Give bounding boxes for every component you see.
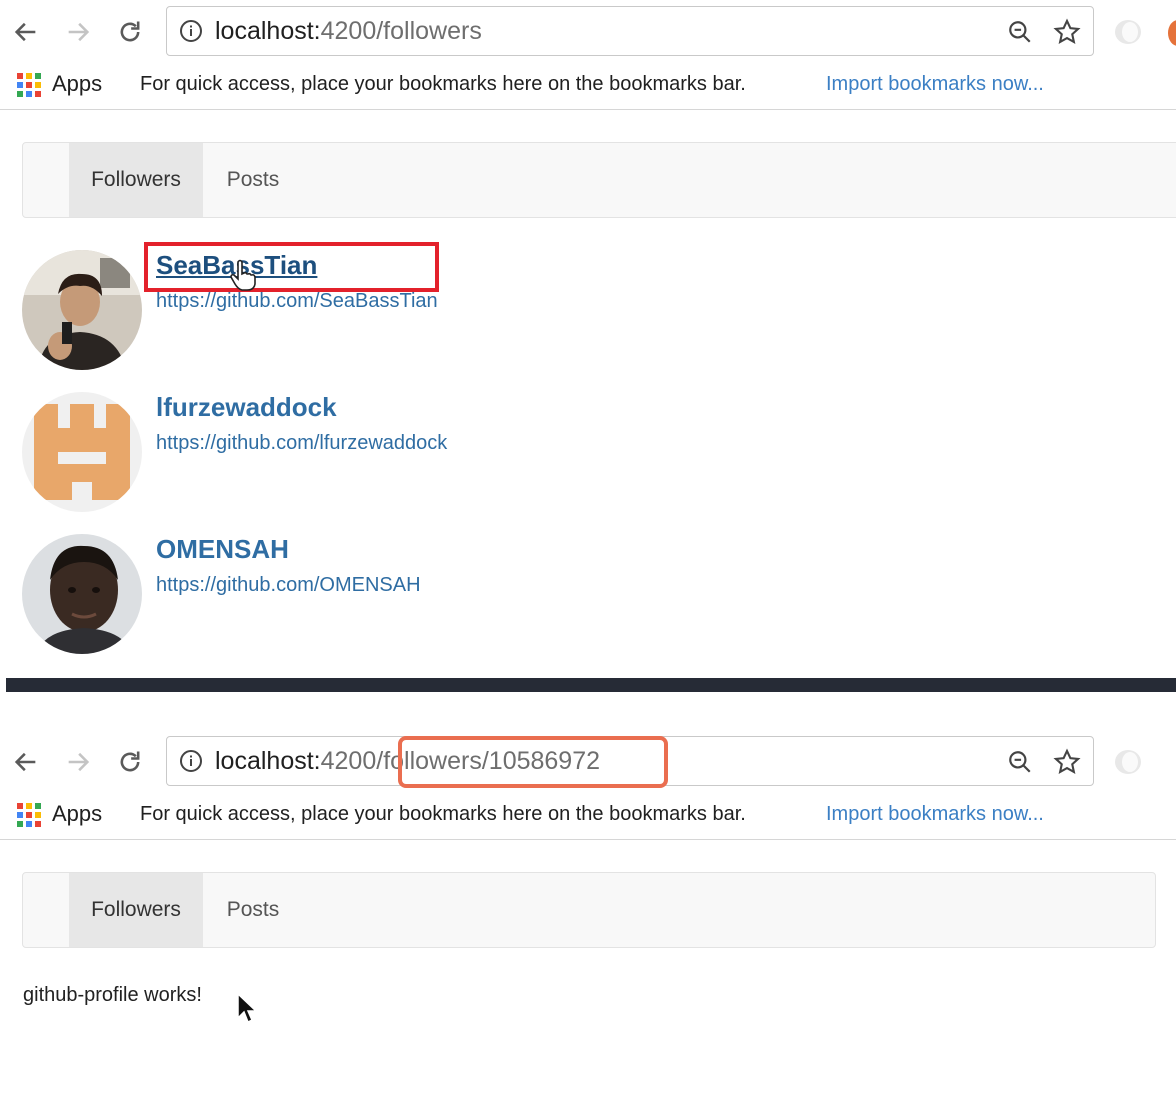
zoom-icon[interactable] bbox=[1007, 19, 1033, 45]
reload-button[interactable] bbox=[112, 744, 148, 780]
follower-item: lfurzewaddock https://github.com/lfurzew… bbox=[22, 392, 1122, 512]
url-port: 4200 bbox=[320, 747, 377, 775]
bookmark-star-icon[interactable] bbox=[1053, 18, 1081, 46]
forward-button[interactable] bbox=[60, 744, 96, 780]
screenshot-separator bbox=[6, 678, 1176, 692]
arrow-cursor-icon bbox=[237, 992, 258, 1024]
profile-content: github-profile works! bbox=[23, 984, 202, 1006]
highlight-box bbox=[144, 242, 439, 292]
apps-shortcut[interactable]: Apps bbox=[52, 801, 102, 827]
apps-shortcut[interactable]: Apps bbox=[52, 71, 102, 97]
avatar-photo bbox=[22, 534, 142, 654]
apps-grid-icon[interactable] bbox=[16, 72, 42, 98]
bookmarks-hint: For quick access, place your bookmarks h… bbox=[140, 803, 746, 825]
tab-posts[interactable]: Posts bbox=[203, 873, 303, 947]
follower-login-link[interactable]: OMENSAH bbox=[156, 534, 289, 565]
avatar bbox=[22, 392, 142, 512]
tab-followers[interactable]: Followers bbox=[69, 143, 203, 217]
hand-cursor-icon bbox=[230, 259, 256, 291]
follower-url-link[interactable]: https://github.com/lfurzewaddock bbox=[156, 432, 447, 455]
avatar bbox=[22, 534, 142, 654]
import-bookmarks-link[interactable]: Import bookmarks now... bbox=[826, 803, 1044, 826]
highlight-box bbox=[398, 736, 668, 788]
follower-login-link[interactable]: lfurzewaddock bbox=[156, 392, 337, 423]
import-bookmarks-link[interactable]: Import bookmarks now... bbox=[826, 73, 1044, 96]
tab-followers[interactable]: Followers bbox=[69, 873, 203, 947]
back-button[interactable] bbox=[8, 744, 44, 780]
zoom-icon[interactable] bbox=[1007, 749, 1033, 775]
info-icon[interactable] bbox=[179, 749, 203, 773]
back-button[interactable] bbox=[8, 14, 44, 50]
follower-url-link[interactable]: https://github.com/OMENSAH bbox=[156, 574, 421, 597]
info-icon[interactable] bbox=[179, 19, 203, 43]
avatar-photo bbox=[22, 250, 142, 370]
url-path: 4200/followers bbox=[320, 17, 482, 45]
browser-toolbar: localhost:4200/followers bbox=[0, 0, 1176, 64]
url-text: localhost:4200/followers bbox=[215, 16, 482, 46]
reload-button[interactable] bbox=[112, 14, 148, 50]
tab-posts[interactable]: Posts bbox=[203, 143, 303, 217]
arrow-left-icon bbox=[14, 22, 36, 42]
apps-grid-icon[interactable] bbox=[16, 802, 42, 828]
app-navbar: Followers Posts bbox=[22, 142, 1176, 218]
bookmarks-hint: For quick access, place your bookmarks h… bbox=[140, 73, 746, 95]
extension-icon[interactable] bbox=[1112, 748, 1144, 776]
arrow-right-icon bbox=[68, 22, 90, 42]
url-host: localhost: bbox=[215, 17, 321, 45]
arrow-left-icon bbox=[14, 752, 36, 772]
app-navbar: Followers Posts bbox=[22, 872, 1156, 948]
address-bar[interactable]: localhost:4200/followers bbox=[166, 6, 1094, 56]
bookmarks-bar: Apps For quick access, place your bookma… bbox=[0, 794, 1176, 840]
bookmark-star-icon[interactable] bbox=[1053, 748, 1081, 776]
follower-url-link[interactable]: https://github.com/SeaBassTian bbox=[156, 290, 438, 313]
avatar bbox=[22, 250, 142, 370]
extension-icon[interactable] bbox=[1112, 18, 1144, 46]
follower-item: OMENSAH https://github.com/OMENSAH bbox=[22, 534, 1122, 654]
arrow-right-icon bbox=[68, 752, 90, 772]
reload-icon bbox=[120, 21, 140, 42]
reload-icon bbox=[120, 751, 140, 772]
identicon bbox=[22, 392, 142, 512]
browser-window-followers: localhost:4200/followers Apps For quick … bbox=[0, 0, 1176, 678]
bookmarks-bar: Apps For quick access, place your bookma… bbox=[0, 64, 1176, 110]
browser-window-profile: localhost:4200/followers/10586972 Apps F… bbox=[0, 730, 1176, 1120]
profile-icon[interactable] bbox=[1168, 20, 1176, 46]
forward-button[interactable] bbox=[60, 14, 96, 50]
url-host: localhost: bbox=[215, 747, 321, 775]
